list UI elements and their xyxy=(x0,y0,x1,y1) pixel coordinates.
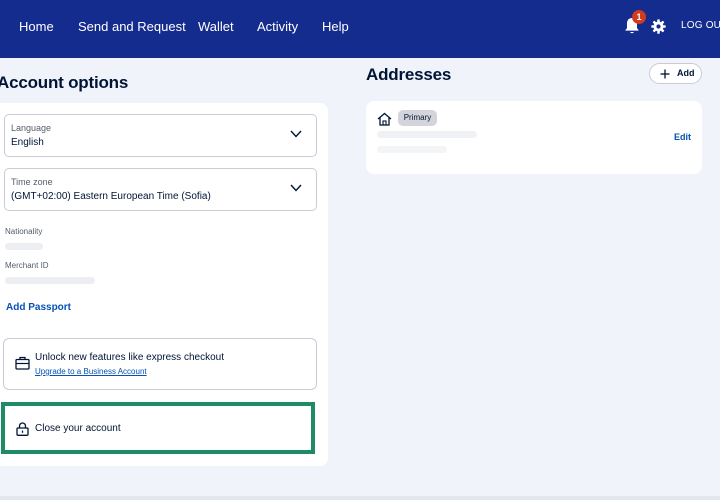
gear-icon[interactable] xyxy=(651,19,666,34)
nav-help-link[interactable]: Help xyxy=(322,19,349,35)
upgrade-business-promo: Unlock new features like express checkou… xyxy=(3,338,317,390)
address-line-redacted xyxy=(377,146,447,153)
page-bottom-edge xyxy=(0,496,720,500)
addresses-title: Addresses xyxy=(366,65,452,84)
time-zone-select[interactable]: Time zone (GMT+02:00) Eastern European T… xyxy=(4,168,317,211)
add-address-label: Add xyxy=(677,68,695,78)
logout-link[interactable]: LOG OUT xyxy=(681,20,720,31)
chevron-down-icon xyxy=(290,184,302,192)
language-select[interactable]: Language English xyxy=(4,114,317,157)
add-passport-link[interactable]: Add Passport xyxy=(6,302,71,313)
primary-address-badge: Primary xyxy=(398,110,437,126)
nav-send-and-request-link[interactable]: Send and Request xyxy=(78,19,186,35)
close-account-label: Close your account xyxy=(35,423,121,434)
add-address-button[interactable]: Add xyxy=(649,63,702,84)
address-line-redacted xyxy=(377,131,477,138)
language-value: English xyxy=(11,137,44,148)
top-navigation-bar: Home Send and Request Wallet Activity He… xyxy=(0,0,720,58)
home-icon xyxy=(377,112,392,126)
language-label: Language xyxy=(11,123,52,133)
nav-activity-link[interactable]: Activity xyxy=(257,19,298,35)
account-options-title: Account options xyxy=(0,73,129,92)
merchant-id-label: Merchant ID xyxy=(5,261,49,270)
upgrade-promo-text: Unlock new features like express checkou… xyxy=(35,352,224,363)
nationality-value-redacted xyxy=(5,243,43,250)
lock-icon xyxy=(16,422,29,436)
merchant-id-value-redacted xyxy=(5,277,95,284)
plus-icon xyxy=(660,69,670,79)
upgrade-business-account-link[interactable]: Upgrade to a Business Account xyxy=(35,367,147,376)
briefcase-icon xyxy=(15,356,30,370)
close-account-button[interactable]: Close your account xyxy=(1,402,315,454)
time-zone-label: Time zone xyxy=(11,177,53,187)
nationality-label: Nationality xyxy=(5,227,43,236)
notification-count-badge: 1 xyxy=(632,10,646,24)
nav-home-link[interactable]: Home xyxy=(19,19,54,35)
time-zone-value: (GMT+02:00) Eastern European Time (Sofia… xyxy=(11,191,211,202)
chevron-down-icon xyxy=(290,130,302,138)
nav-wallet-link[interactable]: Wallet xyxy=(198,19,234,35)
edit-address-link[interactable]: Edit xyxy=(674,132,691,142)
